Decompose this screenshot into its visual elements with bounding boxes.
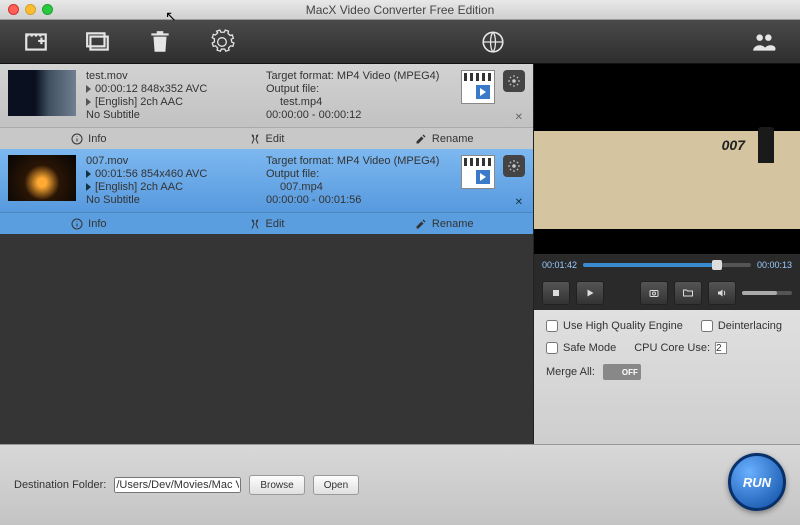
merge-all-toggle[interactable]: OFF (603, 364, 641, 380)
browse-button[interactable]: Browse (249, 475, 304, 495)
conversion-list: test.mov 00:00:12 848x352 AVC [English] … (0, 64, 533, 444)
preview-panel: 007 00:01:42 00:00:13 Use High Quality E… (533, 64, 800, 444)
volume-slider[interactable] (742, 291, 792, 295)
preview-figure (758, 127, 774, 163)
format-badge[interactable] (461, 70, 495, 104)
expand-icon[interactable] (86, 98, 91, 106)
open-button[interactable]: Open (313, 475, 359, 495)
target-format: Target format: MP4 Video (MPEG4) (266, 155, 451, 167)
cpu-core-label: CPU Core Use: (634, 342, 710, 354)
filename-label: 007.mov (86, 155, 256, 167)
time-elapsed: 00:01:42 (542, 260, 577, 270)
expand-icon[interactable] (86, 85, 91, 93)
edit-button[interactable]: Edit (178, 133, 356, 145)
audio-info: [English] 2ch AAC (95, 96, 183, 108)
settings-button[interactable] (200, 26, 244, 58)
play-button[interactable] (576, 281, 604, 305)
hq-engine-checkbox[interactable]: Use High Quality Engine (546, 320, 683, 332)
expand-icon[interactable] (86, 170, 91, 178)
subtitle-info: No Subtitle (86, 109, 256, 121)
destination-path-input[interactable] (114, 477, 241, 493)
edit-button[interactable]: Edit (178, 218, 356, 230)
time-range: 00:00:00 - 00:01:56 (266, 194, 451, 206)
run-button[interactable]: RUN (728, 453, 786, 511)
deinterlacing-checkbox[interactable]: Deinterlacing (701, 320, 782, 332)
output-filename: test.mp4 (266, 96, 451, 108)
window-title: MacX Video Converter Free Edition (0, 3, 800, 17)
video-thumbnail (8, 155, 76, 201)
options-panel: Use High Quality Engine Deinterlacing Sa… (534, 310, 800, 444)
merge-all-label: Merge All: (546, 366, 595, 378)
video-thumbnail (8, 70, 76, 116)
playback-slider-bar: 00:01:42 00:00:13 (534, 254, 800, 276)
safe-mode-checkbox[interactable]: Safe Mode (546, 342, 616, 354)
list-item[interactable]: test.mov 00:00:12 848x352 AVC [English] … (0, 64, 533, 149)
item-settings-button[interactable] (503, 155, 525, 177)
target-format: Target format: MP4 Video (MPEG4) (266, 70, 451, 82)
output-filename: 007.mp4 (266, 181, 451, 193)
add-photo-button[interactable] (76, 26, 120, 58)
snapshot-folder-button[interactable] (674, 281, 702, 305)
rename-button[interactable]: Rename (355, 218, 533, 230)
bottom-bar: Destination Folder: Browse Open RUN (0, 444, 800, 525)
audio-info: [English] 2ch AAC (95, 181, 183, 193)
info-button[interactable]: Info (0, 133, 178, 145)
expand-icon[interactable] (86, 183, 91, 191)
remove-item-button[interactable]: ✕ (515, 112, 523, 123)
subtitle-info: No Subtitle (86, 194, 256, 206)
window-titlebar: MacX Video Converter Free Edition (0, 0, 800, 20)
add-video-button[interactable] (14, 26, 58, 58)
rename-button[interactable]: Rename (355, 133, 533, 145)
playback-controls (534, 276, 800, 310)
item-settings-button[interactable] (503, 70, 525, 92)
remove-item-button[interactable]: ✕ (515, 197, 523, 208)
format-badge[interactable] (461, 155, 495, 189)
web-button[interactable] (471, 26, 515, 58)
video-info: 00:00:12 848x352 AVC (95, 83, 207, 95)
time-range: 00:00:00 - 00:00:12 (266, 109, 451, 121)
people-button[interactable] (742, 26, 786, 58)
time-remaining: 00:00:13 (757, 260, 792, 270)
video-info: 00:01:56 854x460 AVC (95, 168, 207, 180)
main-toolbar (0, 20, 800, 64)
info-button[interactable]: Info (0, 218, 178, 230)
mouse-cursor: ↖ (165, 8, 177, 25)
output-label: Output file: (266, 168, 451, 180)
stop-button[interactable] (542, 281, 570, 305)
output-label: Output file: (266, 83, 451, 95)
video-preview: 007 (534, 64, 800, 254)
filename-label: test.mov (86, 70, 256, 82)
preview-logo: 007 (722, 137, 745, 153)
delete-button[interactable] (138, 26, 182, 58)
snapshot-button[interactable] (640, 281, 668, 305)
mute-button[interactable] (708, 281, 736, 305)
seek-slider[interactable] (583, 263, 751, 267)
destination-label: Destination Folder: (14, 479, 106, 491)
list-item-selected[interactable]: 007.mov 00:01:56 854x460 AVC [English] 2… (0, 149, 533, 234)
cpu-core-stepper[interactable] (715, 342, 727, 354)
